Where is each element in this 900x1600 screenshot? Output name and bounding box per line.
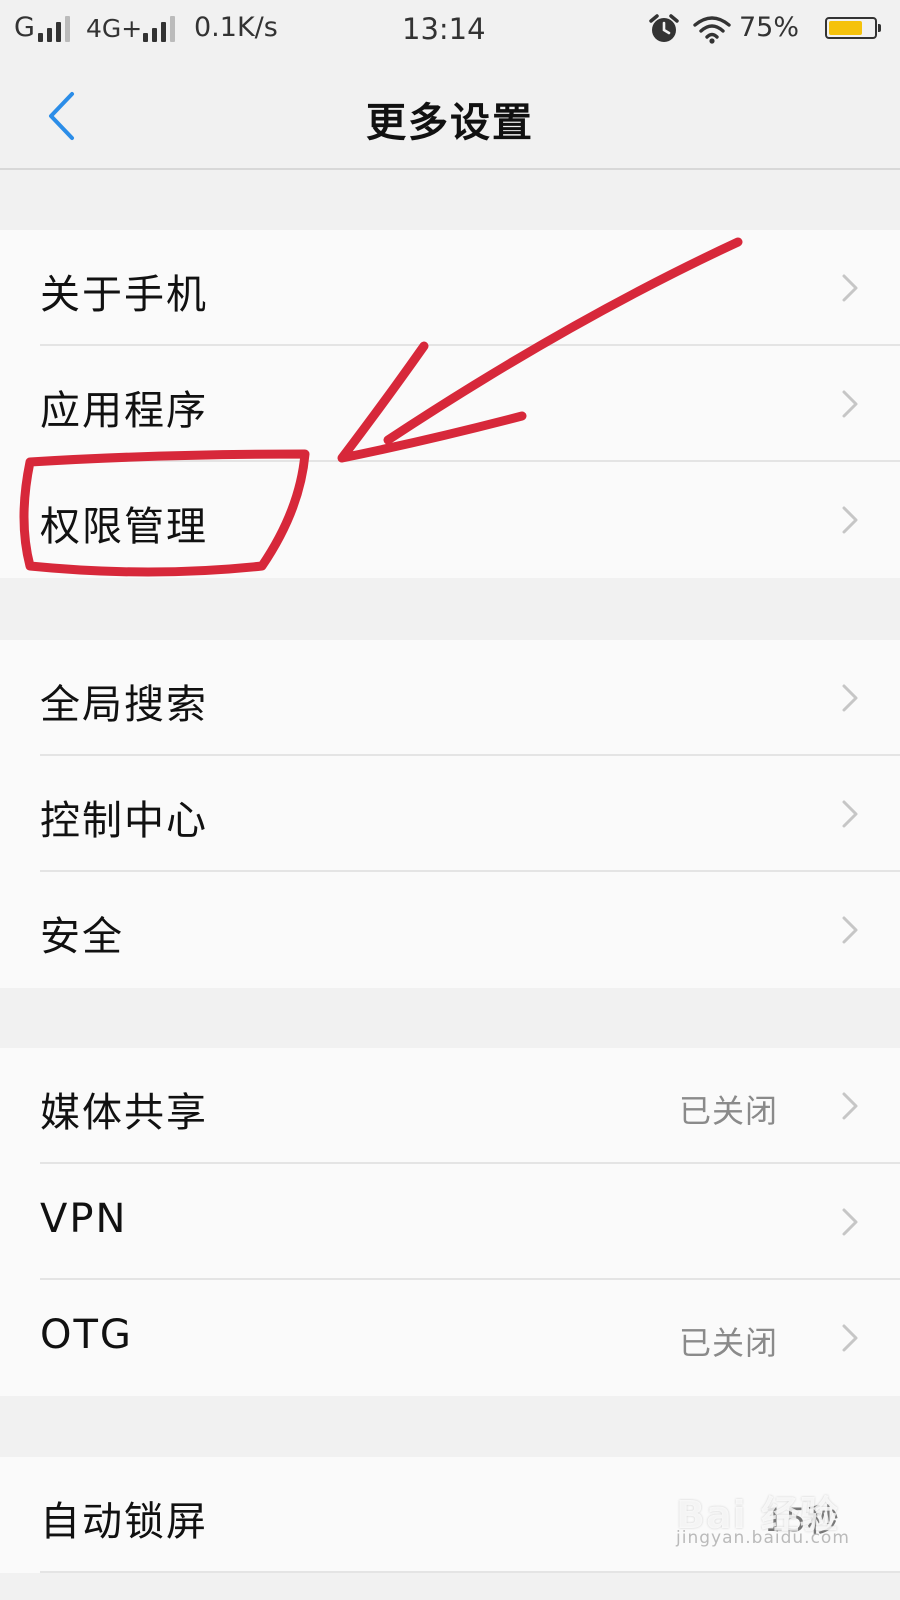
setting-label: 媒体共享 bbox=[40, 1090, 208, 1136]
setting-label: 控制中心 bbox=[40, 798, 208, 844]
network-speed: 0.1K/s bbox=[194, 12, 278, 43]
setting-label: 权限管理 bbox=[40, 504, 208, 550]
status-bar: G 4G+ 0.1K/s 13:14 75% bbox=[0, 0, 900, 62]
setting-row-about-phone[interactable]: 关于手机 bbox=[0, 230, 900, 346]
chevron-right-icon bbox=[842, 684, 858, 712]
chevron-right-icon bbox=[842, 390, 858, 418]
setting-value: 已关闭 bbox=[678, 1092, 778, 1130]
setting-row-otg[interactable]: OTG 已关闭 bbox=[0, 1280, 900, 1396]
chevron-right-icon bbox=[842, 1324, 858, 1352]
carrier-label-2: 4G+ bbox=[86, 14, 143, 43]
chevron-right-icon bbox=[842, 916, 858, 944]
setting-label: 关于手机 bbox=[40, 272, 208, 318]
setting-label: 应用程序 bbox=[40, 388, 208, 434]
chevron-right-icon bbox=[842, 800, 858, 828]
wifi-icon bbox=[693, 16, 731, 44]
setting-label: VPN bbox=[40, 1196, 128, 1242]
signal-icon bbox=[143, 16, 179, 42]
battery-percent: 75% bbox=[739, 12, 800, 43]
divider bbox=[40, 1571, 900, 1573]
clock: 13:14 bbox=[402, 12, 486, 46]
carrier-label-1: G bbox=[14, 12, 35, 43]
chevron-right-icon bbox=[842, 1092, 858, 1120]
chevron-right-icon bbox=[842, 274, 858, 302]
battery-icon bbox=[825, 17, 881, 39]
setting-label: OTG bbox=[40, 1312, 133, 1358]
setting-row-global-search[interactable]: 全局搜索 bbox=[0, 640, 900, 756]
setting-row-security[interactable]: 安全 bbox=[0, 872, 900, 988]
setting-value: 已关闭 bbox=[678, 1324, 778, 1362]
setting-row-applications[interactable]: 应用程序 bbox=[0, 346, 900, 462]
setting-row-media-sharing[interactable]: 媒体共享 已关闭 bbox=[0, 1048, 900, 1164]
settings-group-3: 媒体共享 已关闭 VPN OTG 已关闭 bbox=[0, 1048, 900, 1396]
setting-label: 自动锁屏 bbox=[40, 1499, 208, 1545]
settings-group-2: 全局搜索 控制中心 安全 bbox=[0, 640, 900, 988]
header: 更多设置 bbox=[0, 62, 900, 170]
setting-row-permission-management[interactable]: 权限管理 bbox=[0, 462, 900, 578]
watermark-url: jingyan.baidu.com bbox=[676, 1528, 850, 1548]
setting-row-vpn[interactable]: VPN bbox=[0, 1164, 900, 1280]
setting-row-control-center[interactable]: 控制中心 bbox=[0, 756, 900, 872]
chevron-right-icon bbox=[842, 506, 858, 534]
battery-level-fill bbox=[829, 21, 862, 35]
alarm-clock-icon bbox=[649, 14, 679, 42]
signal-icon bbox=[38, 16, 74, 42]
page-title: 更多设置 bbox=[366, 100, 534, 146]
settings-group-1: 关于手机 应用程序 权限管理 bbox=[0, 230, 900, 578]
setting-label: 全局搜索 bbox=[40, 682, 208, 728]
chevron-right-icon bbox=[842, 1208, 858, 1236]
setting-label: 安全 bbox=[40, 914, 124, 960]
